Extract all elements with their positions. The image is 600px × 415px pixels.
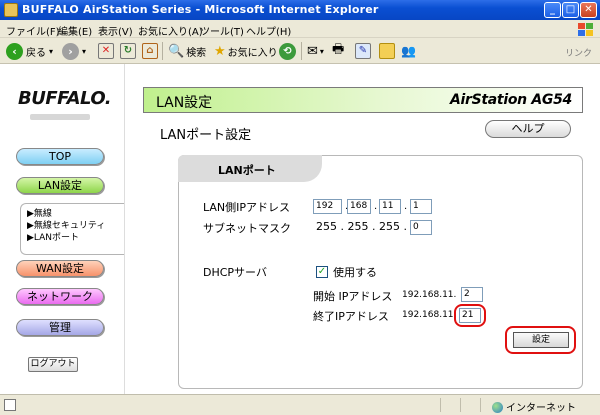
refresh-button[interactable]: ↻ — [120, 42, 136, 60]
favorites-button[interactable]: ★ お気に入り — [214, 42, 278, 60]
minimize-button[interactable]: _ — [544, 2, 561, 18]
zone-label: インターネット — [506, 403, 576, 414]
nav-wan-settings-button[interactable]: WAN設定 — [16, 260, 104, 277]
back-arrow-icon: ‹ — [6, 42, 23, 60]
home-button[interactable]: ⌂ — [142, 42, 158, 60]
security-zone: インターネット — [492, 399, 576, 414]
mail-icon: ✉ — [307, 43, 318, 59]
search-label: 検索 — [186, 47, 207, 59]
dhcp-enable-checkbox[interactable]: ✓ — [316, 266, 328, 278]
start-ip-label: 開始 IPアドレス — [313, 290, 393, 303]
nav-network-button[interactable]: ネットワーク — [16, 288, 104, 305]
section-header: LAN設定 AirStation AG54 — [143, 87, 583, 113]
close-button[interactable]: ✕ — [580, 2, 597, 18]
search-icon: 🔍 — [168, 43, 185, 59]
search-button[interactable]: 🔍 検索 — [168, 42, 206, 60]
nav-lan-settings-button[interactable]: LAN設定 — [16, 177, 104, 194]
menu-bar: ファイル(F) 編集(E) 表示(V) お気に入り(A) ツール(T) ヘルプ(… — [0, 20, 600, 38]
submenu-wireless-security[interactable]: ▶無線セキュリティ — [27, 220, 124, 232]
toolbar: ‹ 戻る ▾ › ▾ ✕ ↻ ⌂ 🔍 検索 ★ お気に入り ⟲ ✉ ▾ 🖶 ✎ … — [0, 38, 600, 64]
stop-button[interactable]: ✕ — [98, 42, 114, 60]
lan-ip-octet-2[interactable]: 168 — [347, 199, 371, 214]
apply-settings-button[interactable]: 設定 — [513, 332, 569, 348]
dropdown-arrow-icon: ▾ — [82, 46, 87, 56]
panel-tab: LANポート — [178, 155, 322, 182]
menu-view[interactable]: 表示(V) — [98, 23, 133, 38]
start-ip-input[interactable]: 2 — [461, 287, 483, 302]
submenu-wireless[interactable]: ▶無線 — [27, 208, 124, 220]
status-divider — [440, 398, 441, 412]
status-bar: インターネット — [0, 394, 600, 415]
back-label: 戻る — [26, 47, 46, 59]
title-bar: BUFFALO AirStation Series - Microsoft In… — [0, 0, 600, 20]
subnet-mask-fixed: 255 . 255 . 255 . — [316, 220, 407, 233]
page-status-icon — [4, 399, 16, 411]
status-divider — [480, 398, 481, 412]
nav-admin-button[interactable]: 管理 — [16, 319, 104, 336]
menu-favorites[interactable]: お気に入り(A) — [138, 23, 203, 38]
lan-ip-octet-4[interactable]: 1 — [410, 199, 432, 214]
section-title: LAN設定 — [156, 95, 213, 111]
folder-button[interactable] — [379, 42, 395, 60]
panel-tab-label: LANポート — [218, 164, 276, 177]
lan-ip-octet-3[interactable]: 11 — [379, 199, 401, 214]
dropdown-arrow-icon: ▾ — [49, 46, 54, 56]
end-ip-label: 終了IPアドレス — [313, 310, 389, 323]
end-ip-input[interactable]: 21 — [459, 308, 481, 323]
toolbar-separator — [162, 42, 163, 60]
logout-button[interactable]: ログアウト — [28, 357, 78, 372]
ip-dot: . — [404, 201, 408, 212]
home-icon: ⌂ — [142, 43, 158, 59]
left-navigation: BUFFALO. TOP LAN設定 ▶無線 ▶無線セキュリティ ▶LANポート… — [0, 64, 125, 394]
history-button[interactable]: ⟲ — [279, 42, 296, 60]
submenu-lan-port[interactable]: ▶LANポート — [27, 232, 124, 244]
menu-edit[interactable]: 編集(E) — [58, 23, 92, 38]
lan-ip-octet-1[interactable]: 192 — [313, 199, 342, 214]
refresh-icon: ↻ — [120, 43, 136, 59]
airstation-brand: AirStation AG54 — [449, 92, 572, 108]
window-title: BUFFALO AirStation Series - Microsoft In… — [22, 3, 379, 16]
stop-icon: ✕ — [98, 43, 114, 59]
dropdown-arrow-icon: ▾ — [319, 46, 324, 56]
internet-globe-icon — [492, 402, 503, 413]
help-button[interactable]: ヘルプ — [485, 120, 571, 138]
back-button[interactable]: ‹ 戻る ▾ — [6, 42, 53, 60]
maximize-button[interactable]: □ — [562, 2, 579, 18]
favorites-label: お気に入り — [227, 47, 278, 59]
folder-icon — [379, 43, 395, 59]
edit-icon: ✎ — [355, 43, 371, 59]
page-title: LANポート設定 — [160, 128, 252, 143]
links-label[interactable]: リンク — [565, 46, 592, 59]
menu-file[interactable]: ファイル(F) — [6, 23, 60, 38]
ip-dot: . — [374, 201, 378, 212]
subnet-mask-octet-4[interactable]: 0 — [410, 220, 432, 235]
start-ip-prefix: 192.168.11. — [402, 290, 457, 300]
print-button[interactable]: 🖶 — [332, 42, 344, 60]
status-divider — [460, 398, 461, 412]
messenger-button[interactable]: 👥 — [401, 42, 416, 60]
lan-ip-label: LAN側IPアドレス — [203, 201, 291, 214]
lan-submenu: ▶無線 ▶無線セキュリティ ▶LANポート — [20, 203, 124, 255]
nav-top-button[interactable]: TOP — [16, 148, 104, 165]
forward-button[interactable]: › ▾ — [62, 42, 86, 60]
toolbar-separator — [301, 42, 302, 60]
menu-tools[interactable]: ツール(T) — [200, 23, 244, 38]
buffalo-logo: BUFFALO. — [18, 88, 112, 109]
star-icon: ★ — [214, 43, 226, 59]
windows-logo-icon — [576, 21, 594, 37]
dhcp-server-label: DHCPサーバ — [203, 266, 267, 279]
logo-tagline — [30, 114, 90, 120]
menu-help[interactable]: ヘルプ(H) — [246, 23, 291, 38]
edit-button[interactable]: ✎ — [355, 42, 371, 60]
end-ip-prefix: 192.168.11 — [402, 310, 454, 320]
messenger-icon: 👥 — [401, 44, 416, 58]
history-icon: ⟲ — [279, 42, 296, 60]
print-icon: 🖶 — [332, 42, 345, 57]
dhcp-enable-label: 使用する — [333, 266, 377, 279]
ie-app-icon — [4, 3, 18, 17]
subnet-mask-label: サブネットマスク — [203, 222, 291, 235]
mail-button[interactable]: ✉ ▾ — [307, 42, 324, 60]
forward-arrow-icon: › — [62, 42, 79, 60]
